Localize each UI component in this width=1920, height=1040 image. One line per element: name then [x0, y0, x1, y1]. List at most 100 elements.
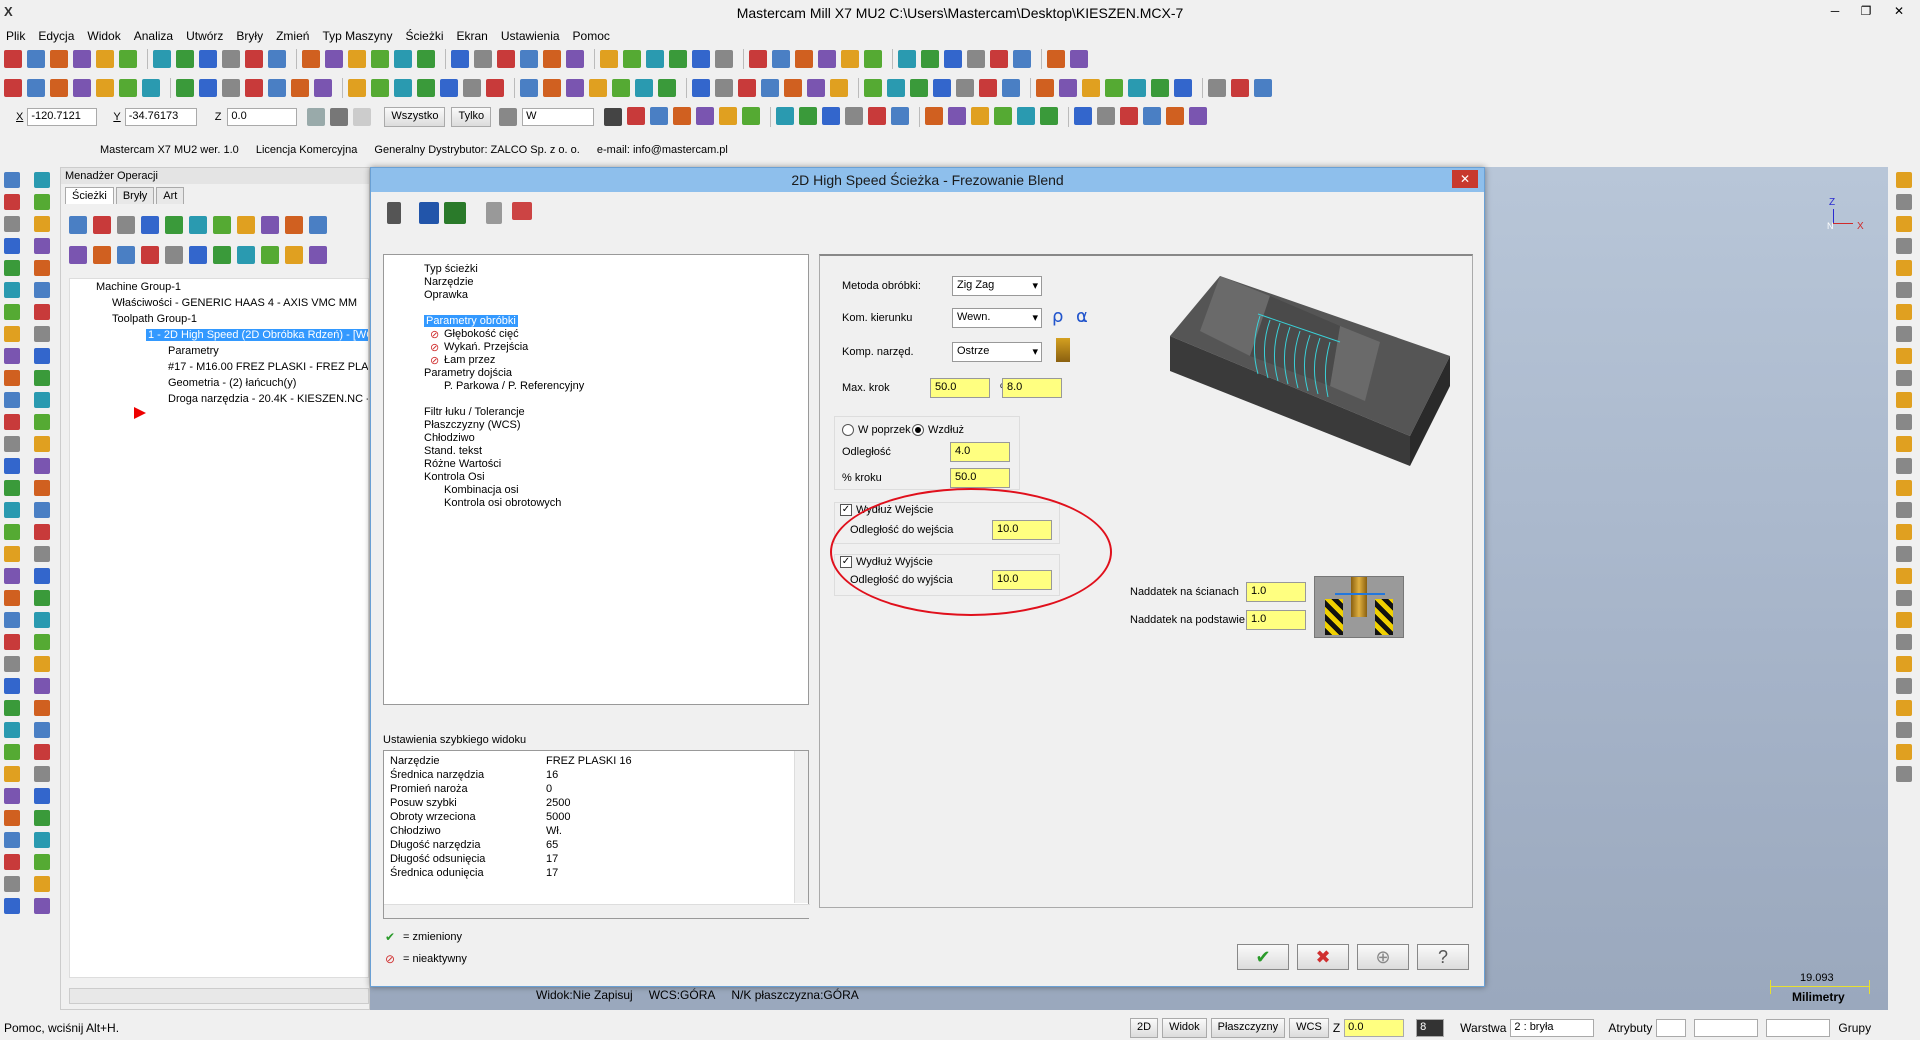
help-button[interactable]: ? — [1417, 944, 1469, 970]
autocursor-icon[interactable] — [307, 108, 326, 126]
menu-item-1[interactable]: Edycja — [38, 29, 74, 43]
toolbar-tool-icon[interactable] — [979, 79, 997, 97]
stock-walls-input[interactable]: 1.0 — [1246, 582, 1306, 602]
toolbar-tool-icon[interactable] — [119, 50, 137, 68]
grid-icon[interactable] — [330, 108, 349, 126]
left-tool-icon[interactable] — [34, 524, 50, 540]
y-coord-input[interactable]: -34.76173 — [124, 108, 197, 126]
maximize-button[interactable]: ❐ — [1851, 2, 1881, 20]
layer-select[interactable]: 2 : bryła — [1510, 1019, 1595, 1037]
left-tool-icon[interactable] — [4, 810, 20, 826]
planes-button[interactable]: Płaszczyzny — [1210, 1018, 1286, 1038]
line-width-select[interactable] — [1766, 1019, 1831, 1037]
right-tool-icon[interactable] — [1896, 480, 1912, 496]
right-tool-icon[interactable] — [1896, 436, 1912, 452]
opmanager-tool-icon[interactable] — [261, 216, 279, 234]
left-tool-icon[interactable] — [4, 194, 20, 210]
toolbar-tool-icon[interactable] — [1047, 50, 1065, 68]
toolbar-tool-icon[interactable] — [738, 79, 756, 97]
opmanager-tool-icon[interactable] — [117, 216, 135, 234]
tree-machine-group[interactable]: Machine Group-1 — [96, 281, 181, 293]
left-tool-icon[interactable] — [34, 722, 50, 738]
right-tool-icon[interactable] — [1896, 568, 1912, 584]
tree-cut-params[interactable]: Parametry obróbki — [424, 315, 518, 327]
left-tool-icon[interactable] — [4, 766, 20, 782]
toolbar-tool-icon[interactable] — [50, 50, 68, 68]
toolbar-tool-icon[interactable] — [891, 107, 910, 125]
opmanager-tool-icon[interactable] — [93, 246, 111, 264]
left-tool-icon[interactable] — [4, 172, 20, 188]
left-tool-icon[interactable] — [34, 304, 50, 320]
left-tool-icon[interactable] — [4, 634, 20, 650]
left-tool-icon[interactable] — [34, 392, 50, 408]
tab-art[interactable]: Art — [156, 187, 185, 204]
right-tool-icon[interactable] — [1896, 634, 1912, 650]
select-all-button[interactable]: Wszystko — [384, 107, 446, 127]
tree-finish-passes[interactable]: Wykań. Przejścia — [444, 341, 528, 353]
left-tool-icon[interactable] — [4, 854, 20, 870]
opmanager-tool-icon[interactable] — [141, 216, 159, 234]
opmanager-tool-icon[interactable] — [285, 216, 303, 234]
toolbar-tool-icon[interactable] — [776, 107, 795, 125]
right-tool-icon[interactable] — [1896, 326, 1912, 342]
opmanager-tool-icon[interactable] — [309, 246, 327, 264]
toolbar-tool-icon[interactable] — [451, 50, 469, 68]
left-tool-icon[interactable] — [4, 788, 20, 804]
left-tool-icon[interactable] — [4, 260, 20, 276]
toolbar-tool-icon[interactable] — [1059, 79, 1077, 97]
max-step-pct-input[interactable]: 50.0 — [930, 378, 990, 398]
left-tool-icon[interactable] — [34, 634, 50, 650]
toolbar-tool-icon[interactable] — [910, 79, 928, 97]
toolbar-tool-icon[interactable] — [658, 79, 676, 97]
right-tool-icon[interactable] — [1896, 282, 1912, 298]
opmanager-tool-icon[interactable] — [189, 246, 207, 264]
toolbar-tool-icon[interactable] — [944, 50, 962, 68]
add-button[interactable]: ⊕ — [1357, 944, 1409, 970]
method-select[interactable]: Zig Zag — [952, 276, 1042, 296]
toolbar-tool-icon[interactable] — [1097, 107, 1116, 125]
toolbar-tool-icon[interactable] — [841, 50, 859, 68]
opmanager-tool-icon[interactable] — [285, 246, 303, 264]
opmanager-tool-icon[interactable] — [69, 246, 87, 264]
toolbar-tool-icon[interactable] — [589, 79, 607, 97]
toolbar-tool-icon[interactable] — [692, 50, 710, 68]
right-tool-icon[interactable] — [1896, 392, 1912, 408]
left-tool-icon[interactable] — [34, 854, 50, 870]
quickview-scrollbar[interactable] — [794, 751, 808, 903]
toolbar-tool-icon[interactable] — [73, 50, 91, 68]
left-tool-icon[interactable] — [4, 216, 20, 232]
left-tool-icon[interactable] — [34, 194, 50, 210]
toolbar-tool-icon[interactable] — [1040, 107, 1059, 125]
tree-toolpath-type[interactable]: Typ ścieżki — [424, 263, 478, 275]
toolbar-tool-icon[interactable] — [623, 50, 641, 68]
opmanager-tool-icon[interactable] — [309, 216, 327, 234]
toolbar-tool-icon[interactable] — [799, 107, 818, 125]
toolbar-tool-icon[interactable] — [314, 79, 332, 97]
toolbar-tool-icon[interactable] — [673, 107, 692, 125]
left-tool-icon[interactable] — [34, 502, 50, 518]
left-tool-icon[interactable] — [34, 832, 50, 848]
tree-tool[interactable]: Narzędzie — [424, 276, 474, 288]
toolbar-tool-icon[interactable] — [325, 50, 343, 68]
tree-planes[interactable]: Płaszczyzny (WCS) — [424, 419, 521, 431]
left-tool-icon[interactable] — [4, 590, 20, 606]
left-tool-icon[interactable] — [34, 656, 50, 672]
level-input[interactable]: 8 — [1416, 1019, 1445, 1037]
toolbar-tool-icon[interactable] — [222, 79, 240, 97]
toolbar-tool-icon[interactable] — [463, 79, 481, 97]
left-tool-icon[interactable] — [34, 216, 50, 232]
left-tool-icon[interactable] — [4, 458, 20, 474]
toolbar-tool-icon[interactable] — [925, 107, 944, 125]
menu-item-5[interactable]: Bryły — [236, 29, 263, 43]
toolbar-tool-icon[interactable] — [600, 50, 618, 68]
left-tool-icon[interactable] — [34, 238, 50, 254]
toolbar-tool-icon[interactable] — [142, 79, 160, 97]
toolbar-tool-icon[interactable] — [990, 50, 1008, 68]
tree-coolant[interactable]: Chłodziwo — [424, 432, 475, 444]
toolbar-tool-icon[interactable] — [245, 79, 263, 97]
left-tool-icon[interactable] — [34, 898, 50, 914]
toolbar-tool-icon[interactable] — [795, 50, 813, 68]
toolbar-tool-icon[interactable] — [96, 50, 114, 68]
help-icon[interactable] — [353, 108, 372, 126]
toolbar-tool-icon[interactable] — [1013, 50, 1031, 68]
